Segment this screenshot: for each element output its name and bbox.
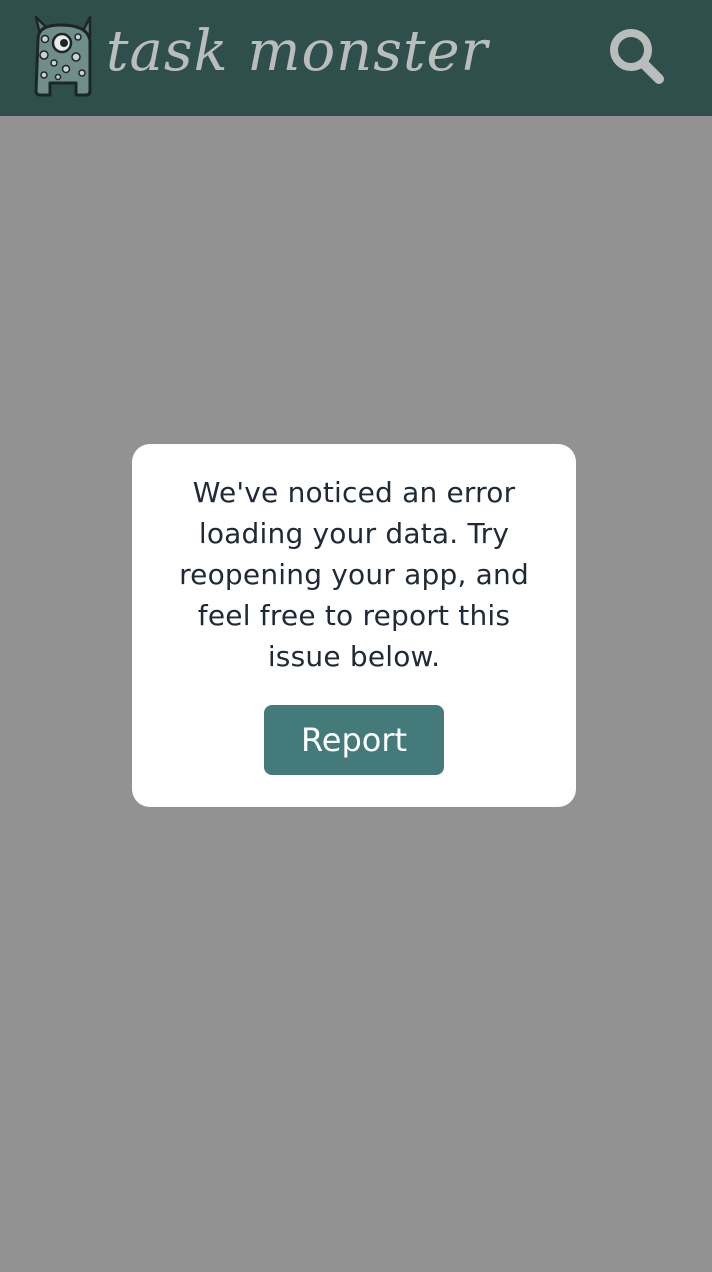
error-message: We've noticed an error loading your data… xyxy=(179,476,529,673)
error-dialog: We've noticed an error loading your data… xyxy=(132,444,576,807)
report-button[interactable]: Report xyxy=(264,705,444,775)
app-name: task monster xyxy=(106,18,489,84)
monster-mascot-icon xyxy=(34,15,92,97)
app-logo: task monster xyxy=(30,12,488,98)
app-header: task monster xyxy=(0,0,712,116)
search-icon xyxy=(610,29,664,84)
search-button[interactable] xyxy=(604,24,668,88)
